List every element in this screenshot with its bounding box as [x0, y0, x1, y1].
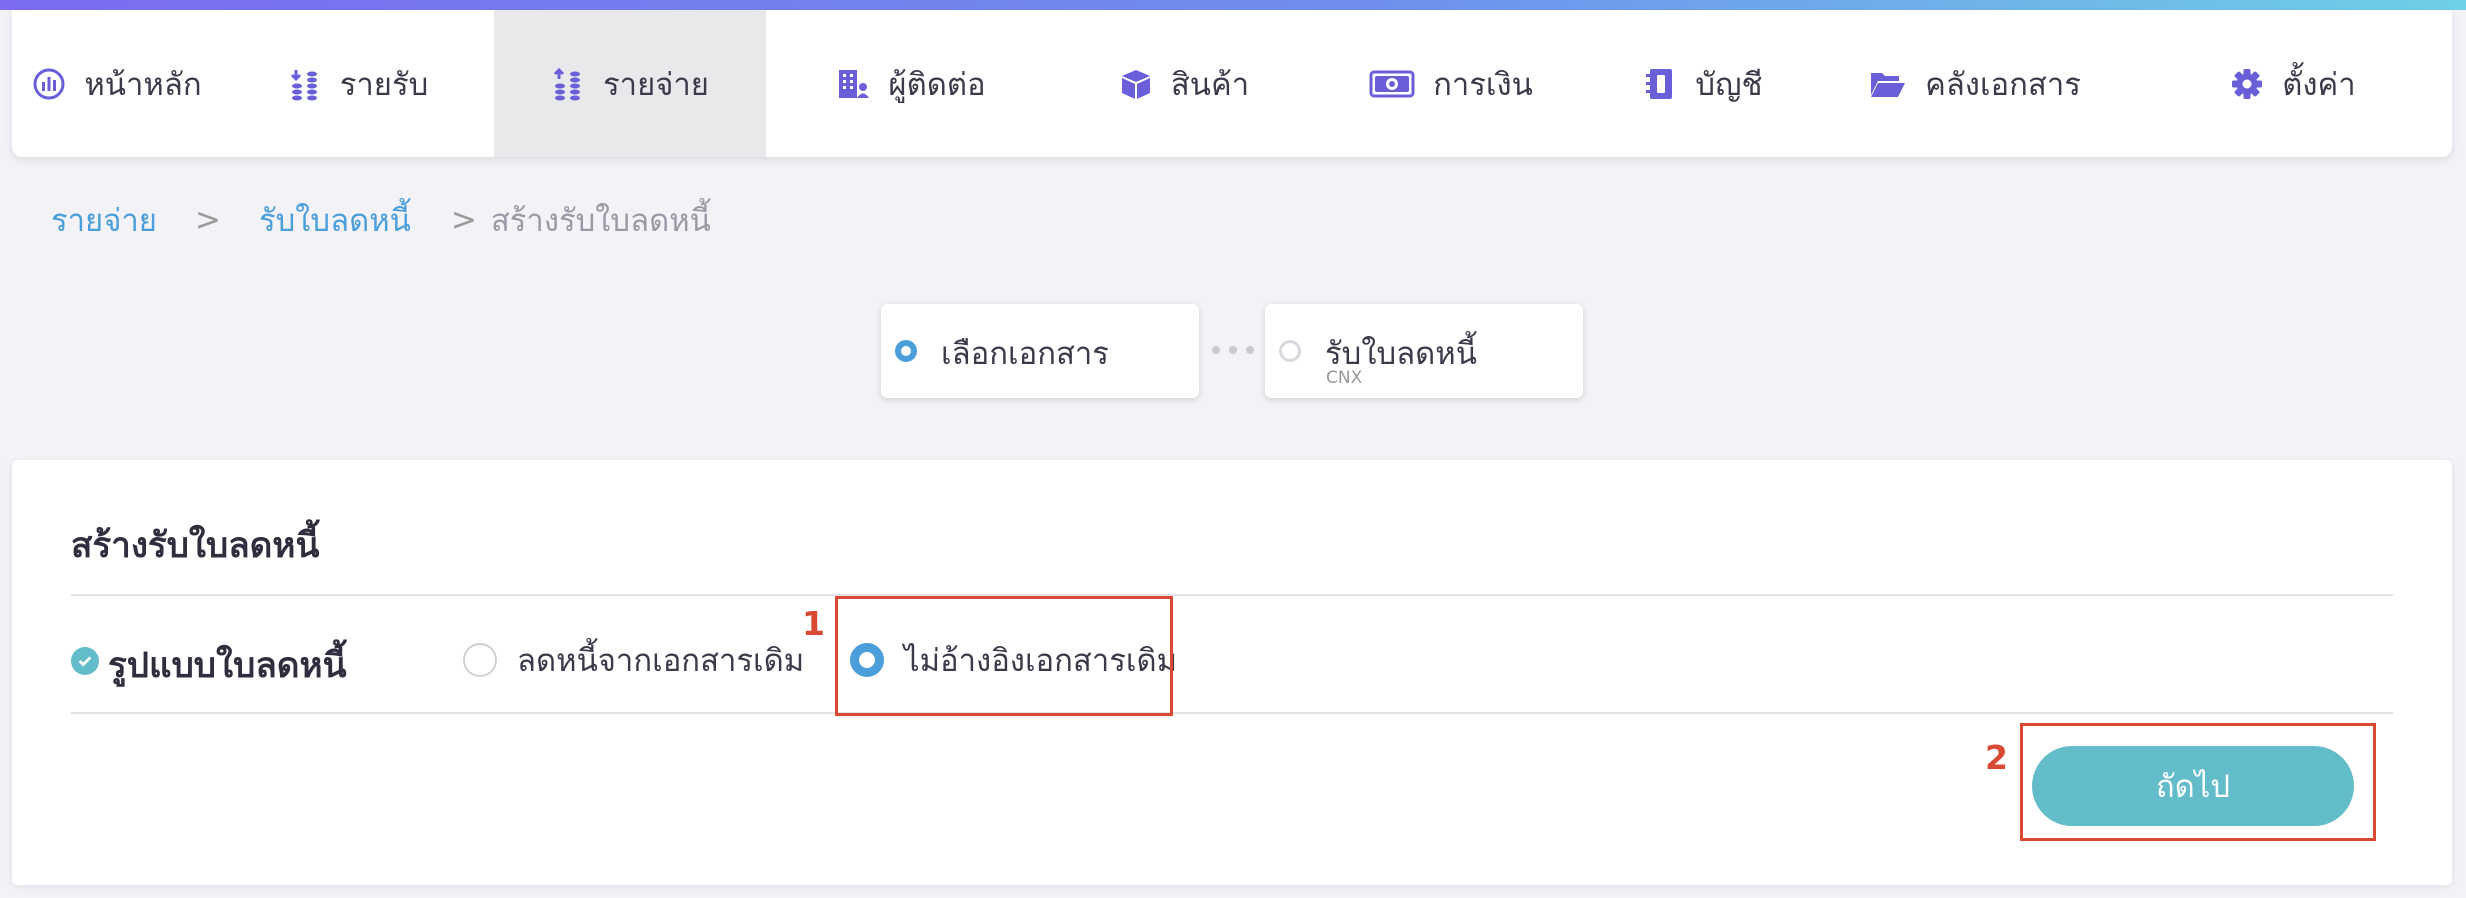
divider — [71, 712, 2393, 714]
radio-label: ลดหนี้จากเอกสารเดิม — [517, 643, 805, 679]
breadcrumb-link-expense[interactable]: รายจ่าย — [51, 195, 157, 245]
nav-item-products[interactable]: สินค้า — [1056, 10, 1312, 157]
breadcrumb-separator: > — [450, 202, 477, 238]
dashboard-gauge-icon — [33, 68, 65, 99]
step-credit-note: รับใบลดหนี้ CNX — [1265, 304, 1583, 398]
nav-label-contacts: ผู้ติดต่อ — [888, 66, 986, 103]
radio-button[interactable] — [463, 643, 497, 677]
nav-label-products: สินค้า — [1170, 66, 1250, 103]
annotation-number: 1 — [802, 604, 825, 643]
step-sublabel: CNX — [1326, 368, 1363, 388]
annotation-highlight-box — [2020, 723, 2376, 841]
step-connector — [1212, 346, 1254, 356]
nav-label-home: หน้าหลัก — [84, 66, 202, 103]
step-label: เลือกเอกสาร — [941, 336, 1109, 372]
nav-item-expense[interactable]: รายจ่าย — [494, 10, 766, 157]
nav-item-accounts[interactable]: บัญชี — [1590, 10, 1816, 157]
nav-item-home[interactable]: หน้าหลัก — [12, 10, 222, 157]
nav-label-accounts: บัญชี — [1695, 66, 1763, 103]
income-coins-icon — [290, 69, 317, 100]
nav-label-finance: การเงิน — [1433, 66, 1533, 103]
form-card: สร้างรับใบลดหนี้ รูปแบบใบลดหนี้ ลดหนี้จา… — [12, 460, 2452, 885]
divider — [71, 594, 2393, 596]
step-inactive-dot — [1279, 340, 1301, 362]
nav-label-expense: รายจ่าย — [603, 66, 709, 103]
breadcrumb: รายจ่าย > รับใบลดหนี้ > สร้างรับใบลดหนี้ — [51, 195, 711, 245]
folder-open-icon — [1871, 72, 1906, 97]
check-circle-icon — [71, 647, 99, 675]
breadcrumb-link-credit-note[interactable]: รับใบลดหนี้ — [259, 195, 411, 245]
contacts-building-icon — [839, 69, 870, 98]
nav-item-settings[interactable]: ตั้งค่า — [2134, 10, 2452, 157]
account-book-icon — [1646, 68, 1673, 99]
nav-item-finance[interactable]: การเงิน — [1312, 10, 1590, 157]
step-active-dot — [895, 340, 917, 362]
annotation-highlight-box — [835, 596, 1173, 716]
radio-reduce-from-document[interactable]: ลดหนี้จากเอกสารเดิม — [463, 640, 804, 680]
money-bill-icon — [1369, 70, 1415, 97]
nav-label-documents: คลังเอกสาร — [1925, 66, 2081, 103]
nav-item-contacts[interactable]: ผู้ติดต่อ — [766, 10, 1056, 157]
annotation-number: 2 — [1985, 738, 2008, 777]
gear-icon — [2232, 68, 2263, 99]
expense-coins-icon — [553, 67, 581, 100]
main-nav: หน้าหลัก รายรับ รายจ่าย ผู้ติดต่อ สินค้า… — [12, 10, 2452, 157]
top-gradient-bar — [0, 0, 2466, 10]
breadcrumb-current: สร้างรับใบลดหนี้ — [490, 203, 711, 239]
form-title: สร้างรับใบลดหนี้ — [71, 526, 320, 566]
product-box-icon — [1121, 69, 1150, 99]
nav-label-income: รายรับ — [339, 66, 429, 103]
nav-item-documents[interactable]: คลังเอกสาร — [1816, 10, 2134, 157]
breadcrumb-separator: > — [194, 202, 221, 238]
step-select-document: เลือกเอกสาร — [881, 304, 1199, 398]
credit-note-format-label: รูปแบบใบลดหนี้ — [108, 646, 347, 686]
nav-label-settings: ตั้งค่า — [2282, 66, 2356, 103]
nav-item-income[interactable]: รายรับ — [222, 10, 494, 157]
